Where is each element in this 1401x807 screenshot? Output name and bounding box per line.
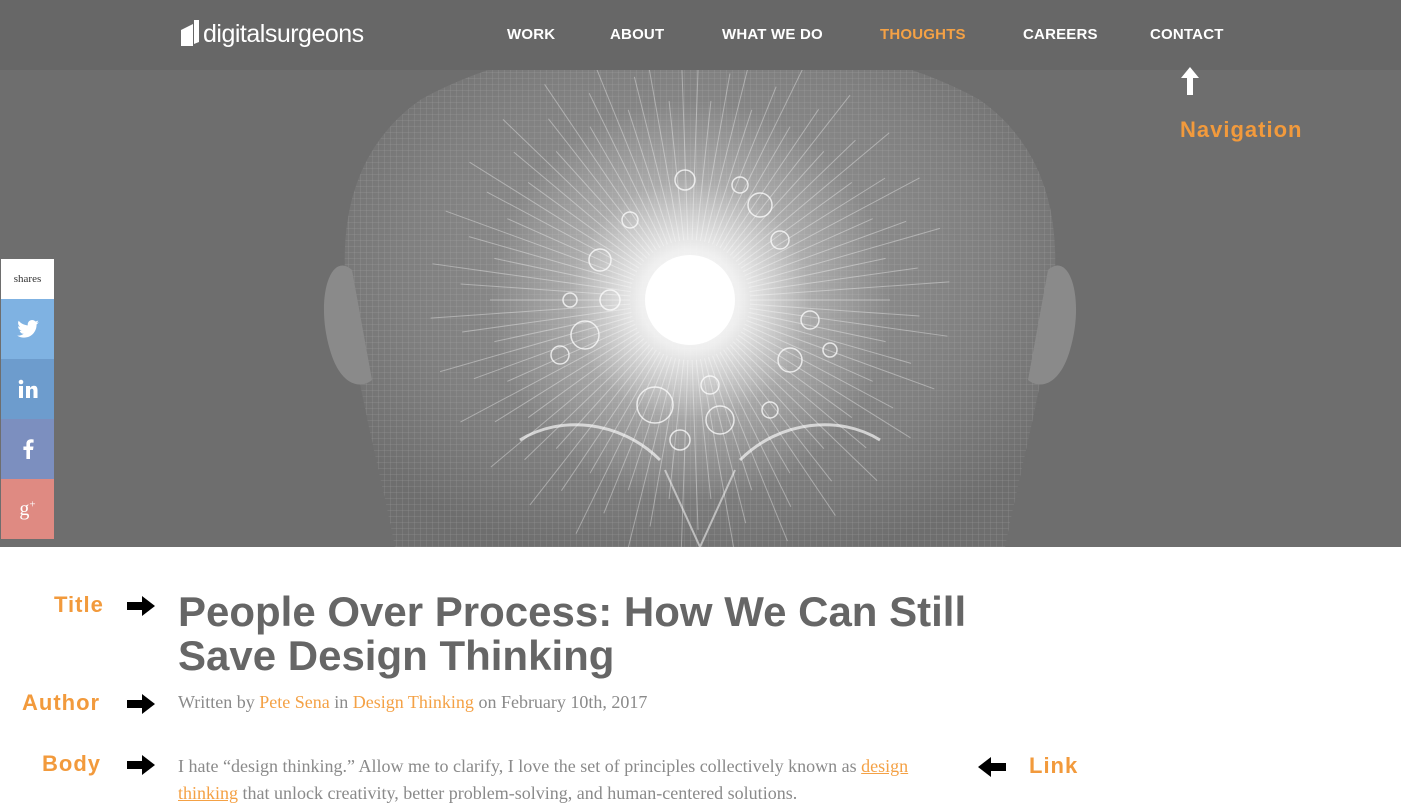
byline-date: on February 10th, 2017 (478, 692, 648, 712)
nav-item-thoughts[interactable]: THOUGHTS (880, 24, 966, 46)
nav-item-what-we-do[interactable]: WHAT WE DO (722, 24, 823, 46)
body-text-start: I hate “design thinking.” Allow me to cl… (178, 756, 857, 776)
nav-item-about[interactable]: ABOUT (610, 24, 664, 46)
annotation-body: Body (42, 751, 101, 776)
arrow-right-icon (127, 755, 155, 775)
annotation-navigation: Navigation (1180, 117, 1303, 142)
body-text-end: that unlock creativity, better problem-s… (242, 783, 798, 803)
article-byline: Written by Pete Sena in Design Thinking … (178, 692, 647, 713)
arrow-right-icon (127, 596, 155, 616)
google-plus-icon: g+ (19, 497, 36, 520)
category-link[interactable]: Design Thinking (353, 692, 474, 712)
author-link[interactable]: Pete Sena (259, 692, 329, 712)
share-twitter-button[interactable] (1, 299, 54, 359)
arrow-left-icon (978, 757, 1006, 777)
share-facebook-button[interactable] (1, 419, 54, 479)
share-count-label: shares (1, 259, 54, 299)
main-nav: WORK ABOUT WHAT WE DO THOUGHTS CAREERS C… (0, 24, 1401, 46)
nav-item-work[interactable]: WORK (507, 24, 555, 46)
share-bar: shares g+ (1, 259, 54, 539)
byline-prefix: Written by (178, 692, 255, 712)
arrow-right-icon (127, 694, 155, 714)
nav-item-contact[interactable]: CONTACT (1150, 24, 1224, 46)
arrow-up-icon (1181, 67, 1199, 95)
twitter-icon (16, 320, 39, 338)
linkedin-icon (18, 379, 37, 398)
site-header: digitalsurgeons WORK ABOUT WHAT WE DO TH… (0, 0, 1401, 70)
nav-item-careers[interactable]: CAREERS (1023, 24, 1098, 46)
article-title: People Over Process: How We Can Still Sa… (178, 588, 967, 679)
share-google-plus-button[interactable]: g+ (1, 479, 54, 539)
annotation-author: Author (22, 690, 101, 715)
facebook-icon (22, 439, 34, 459)
annotation-title: Title (54, 592, 104, 617)
share-linkedin-button[interactable] (1, 359, 54, 419)
byline-in: in (334, 692, 349, 712)
annotation-link: Link (1029, 753, 1079, 778)
